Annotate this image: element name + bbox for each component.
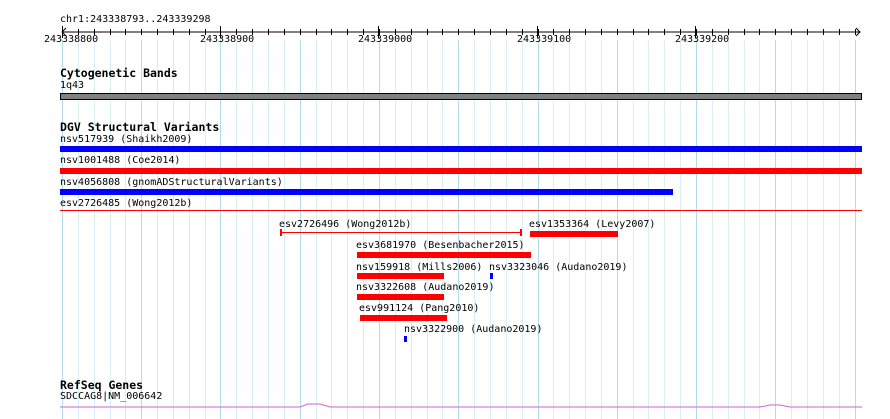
dgv-feature-bar[interactable]	[60, 189, 673, 195]
feature-label: nsv1001488 (Coe2014)	[60, 155, 181, 166]
feature-label: esv2726485 (Wong2012b)	[60, 198, 193, 209]
dgv-feature-bar[interactable]	[60, 210, 862, 211]
feature-label: esv991124 (Pang2010)	[359, 303, 480, 314]
gene-model[interactable]	[0, 400, 890, 412]
dgv-feature-bar[interactable]	[490, 273, 493, 279]
feature-label: esv2726496 (Wong2012b)	[279, 219, 412, 230]
feature-label: esv3681970 (Besenbacher2015)	[356, 240, 525, 251]
ruler-tick-label: 243338800	[44, 34, 99, 45]
feature-label: nsv3322900 (Audano2019)	[404, 324, 543, 335]
feature-label: nsv3322608 (Audano2019)	[356, 282, 495, 293]
dgv-feature-bar[interactable]	[280, 232, 522, 233]
feature-label: nsv4056808 (gnomADStructuralVariants)	[60, 177, 283, 188]
dgv-feature-bar[interactable]	[60, 168, 862, 174]
dgv-feature-bar[interactable]	[357, 273, 444, 279]
dgv-feature-bar[interactable]	[60, 146, 862, 152]
feature-label: esv1353364 (Levy2007)	[529, 219, 656, 230]
dgv-feature-bar[interactable]	[357, 294, 444, 300]
ruler-tick-label: 243338900	[200, 34, 255, 45]
feature-label: nsv3323046 (Audano2019)	[489, 262, 628, 273]
dgv-feature-bar[interactable]	[360, 315, 447, 321]
dgv-feature-bar[interactable]	[357, 252, 531, 258]
dgv-feature-endcap	[520, 229, 522, 236]
ruler-axis	[61, 26, 861, 38]
cytoband-bar[interactable]	[60, 93, 862, 100]
cytoband-track-title[interactable]: Cytogenetic Bands	[60, 67, 178, 80]
dgv-feature-endcap	[280, 229, 282, 236]
cytoband-label: 1q43	[60, 80, 85, 91]
dgv-track-title[interactable]: DGV Structural Variants	[60, 121, 219, 134]
ruler-tick-label: 243339000	[358, 34, 413, 45]
ruler-tick-label: 243339100	[517, 34, 572, 45]
ruler-tick-label: 243339200	[675, 34, 730, 45]
feature-label: nsv517939 (Shaikh2009)	[60, 134, 193, 145]
dgv-feature-bar[interactable]	[530, 231, 618, 237]
dgv-feature-bar[interactable]	[404, 336, 407, 342]
